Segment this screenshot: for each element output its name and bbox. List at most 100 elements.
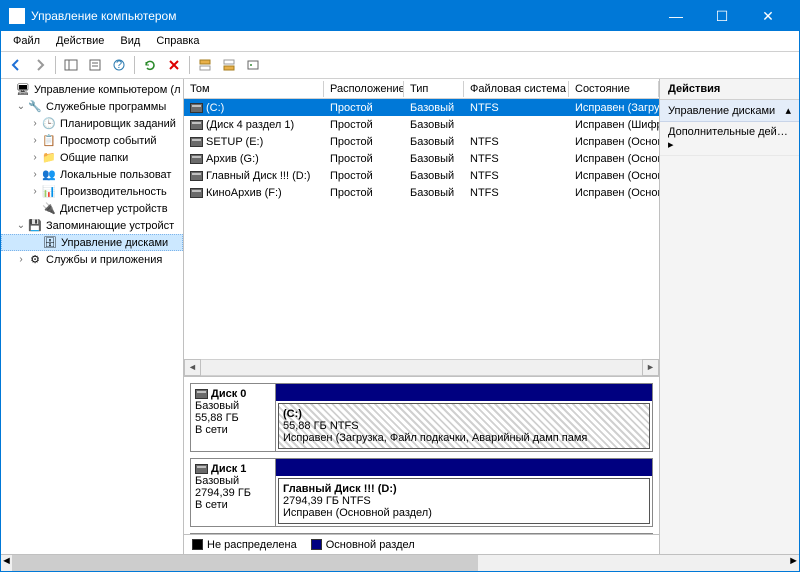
tree-svcapps[interactable]: ›⚙Службы и приложения bbox=[1, 251, 183, 268]
tree-root[interactable]: 🖥Управление компьютером (л bbox=[1, 81, 183, 98]
col-layout[interactable]: Расположение bbox=[324, 81, 404, 97]
drive-icon bbox=[190, 188, 203, 198]
legend-primary: Основной раздел bbox=[311, 539, 415, 551]
drive-icon bbox=[190, 171, 203, 181]
body: 🖥Управление компьютером (л ⌄🔧Служебные п… bbox=[1, 79, 799, 554]
partition-box[interactable]: (C:)55,88 ГБ NTFSИсправен (Загрузка, Фай… bbox=[278, 403, 650, 449]
delete-button[interactable] bbox=[163, 54, 185, 76]
disk-row[interactable]: Диск 1Базовый2794,39 ГБВ сетиГлавный Дис… bbox=[190, 458, 653, 527]
menu-view[interactable]: Вид bbox=[112, 33, 148, 49]
volume-header: Том Расположение Тип Файловая система Со… bbox=[184, 79, 659, 99]
forward-button[interactable] bbox=[29, 54, 51, 76]
tree-label: Управление дисками bbox=[61, 237, 168, 249]
window: Управление компьютером — ☐ ✕ Файл Действ… bbox=[0, 0, 800, 572]
scroll-left-button[interactable]: ◄ bbox=[1, 555, 12, 571]
tree-label: Производительность bbox=[60, 186, 167, 198]
scroll-thumb[interactable] bbox=[12, 555, 478, 571]
view-bottom-button[interactable] bbox=[218, 54, 240, 76]
svg-text:?: ? bbox=[116, 59, 122, 71]
bottom-scrollbar[interactable]: ◄ ► bbox=[1, 554, 799, 571]
folder-icon: 📁 bbox=[41, 150, 57, 166]
chevron-right-icon: ▸ bbox=[668, 139, 674, 151]
close-button[interactable]: ✕ bbox=[745, 1, 791, 31]
partition-box[interactable]: Главный Диск !!! (D:)2794,39 ГБ NTFSИспр… bbox=[278, 478, 650, 524]
drive-icon bbox=[195, 389, 208, 399]
tree-scheduler[interactable]: ›🕒Планировщик заданий bbox=[1, 115, 183, 132]
volume-row[interactable]: (Диск 4 раздел 1)ПростойБазовыйИсправен … bbox=[184, 116, 659, 133]
spacer bbox=[184, 201, 659, 359]
clock-icon: 🕒 bbox=[41, 116, 57, 132]
actions-header: Действия bbox=[660, 79, 799, 100]
tree-services[interactable]: ⌄🔧Служебные программы bbox=[1, 98, 183, 115]
app-icon bbox=[9, 8, 25, 24]
volume-row[interactable]: КиноАрхив (F:)ПростойБазовыйNTFSИсправен… bbox=[184, 184, 659, 201]
view-top-button[interactable] bbox=[194, 54, 216, 76]
volume-row[interactable]: Главный Диск !!! (D:)ПростойБазовыйNTFSИ… bbox=[184, 167, 659, 184]
disk-info: Диск 0Базовый55,88 ГБВ сети bbox=[191, 384, 276, 451]
legend: Не распределена Основной раздел bbox=[184, 534, 659, 554]
tree-label: Общие папки bbox=[60, 152, 128, 164]
tree-users[interactable]: ›👥Локальные пользоват bbox=[1, 166, 183, 183]
legend-unallocated: Не распределена bbox=[192, 539, 297, 551]
volume-row[interactable]: SETUP (E:)ПростойБазовыйNTFSИсправен (Ос… bbox=[184, 133, 659, 150]
menu-file[interactable]: Файл bbox=[5, 33, 48, 49]
tree-diskmgmt[interactable]: 🗄Управление дисками bbox=[1, 234, 183, 251]
drive-icon bbox=[195, 464, 208, 474]
services-icon: ⚙ bbox=[27, 252, 43, 268]
tree: 🖥Управление компьютером (л ⌄🔧Служебные п… bbox=[1, 79, 183, 270]
minimize-button[interactable]: — bbox=[653, 1, 699, 31]
disk-header-bar bbox=[276, 384, 652, 401]
tree-performance[interactable]: ›📊Производительность bbox=[1, 183, 183, 200]
volume-scrollbar[interactable]: ◄ ► bbox=[184, 359, 659, 376]
disk-row[interactable]: Диск 0Базовый55,88 ГБВ сети(C:)55,88 ГБ … bbox=[190, 383, 653, 452]
col-status[interactable]: Состояние bbox=[569, 81, 659, 97]
device-icon: 🔌 bbox=[41, 201, 57, 217]
menu-help[interactable]: Справка bbox=[148, 33, 207, 49]
settings-button[interactable] bbox=[242, 54, 264, 76]
tree-devicemgr[interactable]: 🔌Диспетчер устройств bbox=[1, 200, 183, 217]
scroll-left-button[interactable]: ◄ bbox=[184, 359, 201, 376]
drive-icon bbox=[190, 154, 203, 164]
tree-eventviewer[interactable]: ›📋Просмотр событий bbox=[1, 132, 183, 149]
menubar: Файл Действие Вид Справка bbox=[1, 31, 799, 51]
toolbar: ? bbox=[1, 51, 799, 79]
maximize-button[interactable]: ☐ bbox=[699, 1, 745, 31]
col-filesystem[interactable]: Файловая система bbox=[464, 81, 569, 97]
actions-context-label: Управление дисками bbox=[668, 105, 775, 117]
tree-storage[interactable]: ⌄💾Запоминающие устройст bbox=[1, 217, 183, 234]
help-button[interactable]: ? bbox=[108, 54, 130, 76]
scroll-right-button[interactable]: ► bbox=[788, 555, 799, 571]
tree-label: Планировщик заданий bbox=[60, 118, 176, 130]
volume-row[interactable]: Архив (G:)ПростойБазовыйNTFSИсправен (Ос… bbox=[184, 150, 659, 167]
users-icon: 👥 bbox=[41, 167, 57, 183]
disk-pane[interactable]: Диск 0Базовый55,88 ГБВ сети(C:)55,88 ГБ … bbox=[184, 376, 659, 535]
back-button[interactable] bbox=[5, 54, 27, 76]
mid-pane: Том Расположение Тип Файловая система Со… bbox=[184, 79, 659, 554]
col-volume[interactable]: Том bbox=[184, 81, 324, 97]
window-title: Управление компьютером bbox=[31, 9, 653, 23]
tree-label: Службы и приложения bbox=[46, 254, 162, 266]
disk-header-bar bbox=[276, 459, 652, 476]
legend-label: Не распределена bbox=[207, 539, 297, 551]
tree-pane[interactable]: 🖥Управление компьютером (л ⌄🔧Служебные п… bbox=[1, 79, 184, 554]
event-icon: 📋 bbox=[41, 133, 57, 149]
tree-shared[interactable]: ›📁Общие папки bbox=[1, 149, 183, 166]
scroll-right-button[interactable]: ► bbox=[642, 359, 659, 376]
volume-list[interactable]: (C:)ПростойБазовыйNTFSИсправен (Загрузка… bbox=[184, 99, 659, 201]
show-hide-tree-button[interactable] bbox=[60, 54, 82, 76]
actions-context[interactable]: Управление дисками▴ bbox=[660, 100, 799, 122]
menu-action[interactable]: Действие bbox=[48, 33, 112, 49]
window-controls: — ☐ ✕ bbox=[653, 1, 791, 31]
disk-info: Диск 1Базовый2794,39 ГБВ сети bbox=[191, 459, 276, 526]
tree-label: Управление компьютером (л bbox=[34, 84, 181, 96]
tree-label: Диспетчер устройств bbox=[60, 203, 168, 215]
actions-more[interactable]: Дополнительные дей… ▸ bbox=[660, 122, 799, 156]
properties-button[interactable] bbox=[84, 54, 106, 76]
refresh-button[interactable] bbox=[139, 54, 161, 76]
titlebar[interactable]: Управление компьютером — ☐ ✕ bbox=[1, 1, 799, 31]
volume-row[interactable]: (C:)ПростойБазовыйNTFSИсправен (Загрузка… bbox=[184, 99, 659, 116]
legend-label: Основной раздел bbox=[326, 539, 415, 551]
tree-label: Запоминающие устройст bbox=[46, 220, 174, 232]
drive-icon bbox=[190, 103, 203, 113]
col-type[interactable]: Тип bbox=[404, 81, 464, 97]
